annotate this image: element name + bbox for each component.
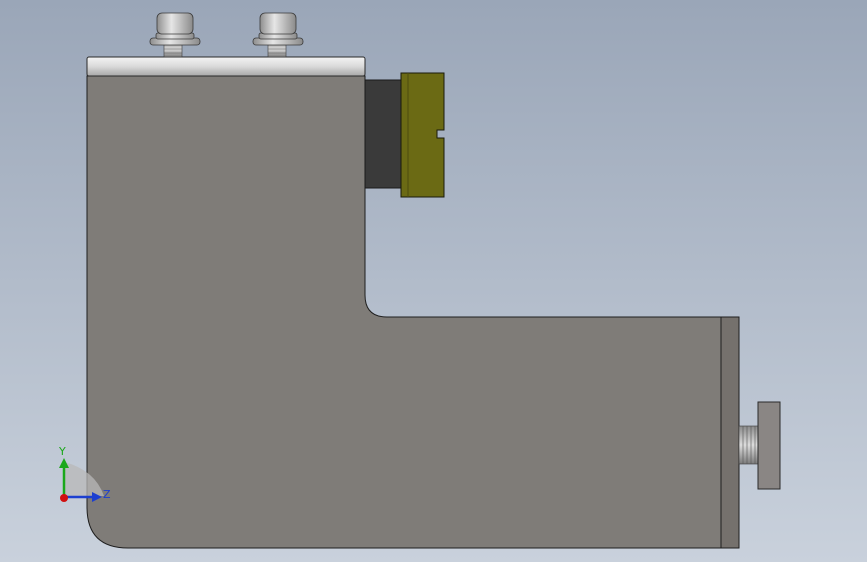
cad-scene[interactable]: Y Z xyxy=(0,0,867,562)
triad-origin xyxy=(60,494,68,502)
top-plate[interactable] xyxy=(86,56,366,77)
y-axis-label: Y xyxy=(58,445,66,458)
spacer-block[interactable] xyxy=(364,79,404,189)
end-plate[interactable] xyxy=(720,316,740,549)
z-axis-label: Z xyxy=(103,488,111,501)
cad-viewport[interactable]: Y Z xyxy=(0,0,867,562)
